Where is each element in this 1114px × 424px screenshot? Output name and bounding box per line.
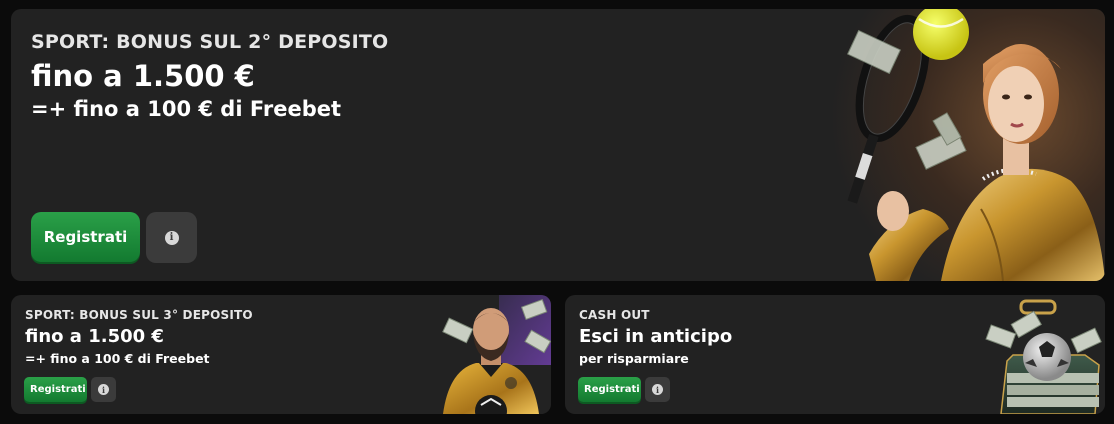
promo-left-info-button[interactable]: i (91, 377, 116, 402)
promo-left-headline: fino a 1.500 € (25, 326, 164, 347)
promo-right-headline: Esci in anticipo (579, 326, 733, 347)
promo-right-subline: per risparmiare (579, 351, 689, 366)
promo-card-cash-out[interactable]: CASH OUT Esci in anticipo per risparmiar… (565, 295, 1105, 414)
hero-headline: fino a 1.500 € (31, 59, 255, 93)
promo-right-register-button[interactable]: Registrati (578, 377, 641, 402)
info-icon: i (164, 230, 179, 245)
money-briefcase-illustration (985, 295, 1105, 414)
promo-left-text-block: SPORT: BONUS SUL 3° DEPOSITO fino a 1.50… (25, 308, 253, 366)
hero-register-button[interactable]: Registrati (31, 212, 140, 262)
hero-promo-card[interactable]: SPORT: BONUS SUL 2° DEPOSITO fino a 1.50… (11, 9, 1105, 281)
info-icon: i (98, 384, 109, 395)
hero-info-button[interactable]: i (146, 212, 197, 263)
hero-text-block: SPORT: BONUS SUL 2° DEPOSITO fino a 1.50… (31, 31, 388, 121)
hero-eyebrow: SPORT: BONUS SUL 2° DEPOSITO (31, 31, 389, 53)
promo-right-text-block: CASH OUT Esci in anticipo per risparmiar… (579, 308, 732, 366)
hero-subline: =+ fino a 100 € di Freebet (31, 97, 342, 121)
promo-left-eyebrow: SPORT: BONUS SUL 3° DEPOSITO (25, 308, 253, 322)
hero-tennis-woman-illustration (831, 9, 1105, 281)
football-player-illustration (431, 295, 551, 414)
promo-right-info-button[interactable]: i (645, 377, 670, 402)
promo-left-subline: =+ fino a 100 € di Freebet (25, 351, 210, 366)
promo-right-eyebrow: CASH OUT (579, 308, 650, 322)
promo-card-sport-bonus[interactable]: SPORT: BONUS SUL 3° DEPOSITO fino a 1.50… (11, 295, 551, 414)
promo-left-register-button[interactable]: Registrati (24, 377, 87, 402)
info-icon: i (652, 384, 663, 395)
